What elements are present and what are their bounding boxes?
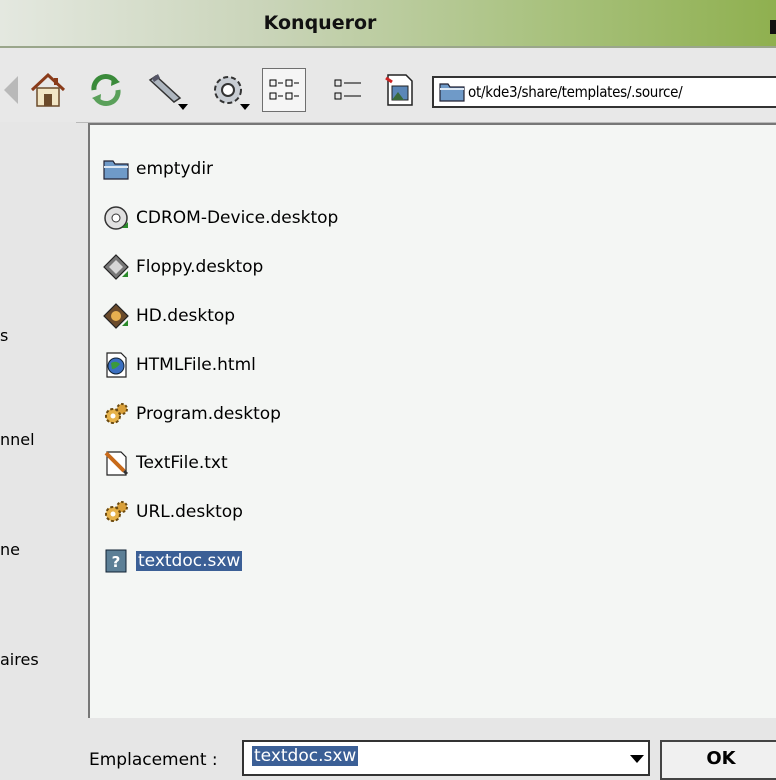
file-item-hd[interactable]: HD.desktop	[102, 300, 235, 332]
location-label: Emplacement :	[89, 750, 218, 770]
location-combobox[interactable]: textdoc.sxw	[242, 740, 650, 776]
sidebar-item-2[interactable]: nnel	[0, 430, 35, 449]
text-file-icon	[102, 449, 130, 477]
tools-icon[interactable]	[144, 68, 188, 112]
file-item-emptydir[interactable]: emptydir	[102, 153, 213, 185]
preview-icon[interactable]	[378, 68, 422, 112]
icon-view-icon[interactable]	[262, 68, 306, 112]
file-item-textfile[interactable]: TextFile.txt	[102, 447, 228, 479]
location-path: ot/kde3/share/templates/.source/	[468, 83, 683, 101]
file-item-textdoc[interactable]: ? textdoc.sxw	[102, 545, 243, 577]
folder-icon	[438, 80, 466, 104]
chevron-down-icon[interactable]	[630, 755, 644, 763]
dropdown-arrow-icon	[178, 104, 188, 110]
sidebar-item-1[interactable]: s	[0, 326, 8, 345]
title-corner-mark	[770, 20, 776, 34]
file-item-floppy[interactable]: Floppy.desktop	[102, 251, 263, 283]
sidebar: s nnel ne aires	[0, 122, 76, 780]
title-bar[interactable]: Konqueror	[0, 0, 776, 48]
toolbar: ot/kde3/share/templates/.source/	[0, 48, 776, 123]
file-item-htmlfile[interactable]: HTMLFile.html	[102, 349, 256, 381]
location-bar[interactable]: ot/kde3/share/templates/.source/	[432, 76, 776, 108]
svg-text:?: ?	[112, 553, 121, 571]
home-icon[interactable]	[26, 68, 70, 112]
sidebar-item-3[interactable]: ne	[0, 540, 20, 559]
settings-gear-icon[interactable]	[206, 68, 250, 112]
ok-button[interactable]: OK	[660, 740, 776, 780]
unknown-doc-icon: ?	[102, 547, 130, 575]
detail-view-icon[interactable]	[326, 68, 370, 112]
file-item-cdrom[interactable]: CDROM-Device.desktop	[102, 202, 338, 234]
program-gear-icon	[102, 400, 130, 428]
file-item-url[interactable]: URL.desktop	[102, 496, 243, 528]
cdrom-icon	[102, 204, 130, 232]
html-file-icon	[102, 351, 130, 379]
file-item-program[interactable]: Program.desktop	[102, 398, 281, 430]
folder-icon	[102, 155, 130, 183]
reload-icon[interactable]	[84, 68, 128, 112]
floppy-icon	[102, 253, 130, 281]
back-edge-icon[interactable]	[0, 68, 18, 112]
file-list-panel[interactable]: emptydir CDROM-Device.desktop Floppy.des…	[88, 123, 776, 718]
window-title: Konqueror	[263, 12, 377, 34]
location-value[interactable]: textdoc.sxw	[252, 746, 359, 766]
harddisk-icon	[102, 302, 130, 330]
url-gear-icon	[102, 498, 130, 526]
sidebar-item-4[interactable]: aires	[0, 650, 39, 669]
dropdown-arrow-icon	[240, 104, 250, 110]
bottom-bar: Emplacement : textdoc.sxw OK	[76, 718, 776, 780]
